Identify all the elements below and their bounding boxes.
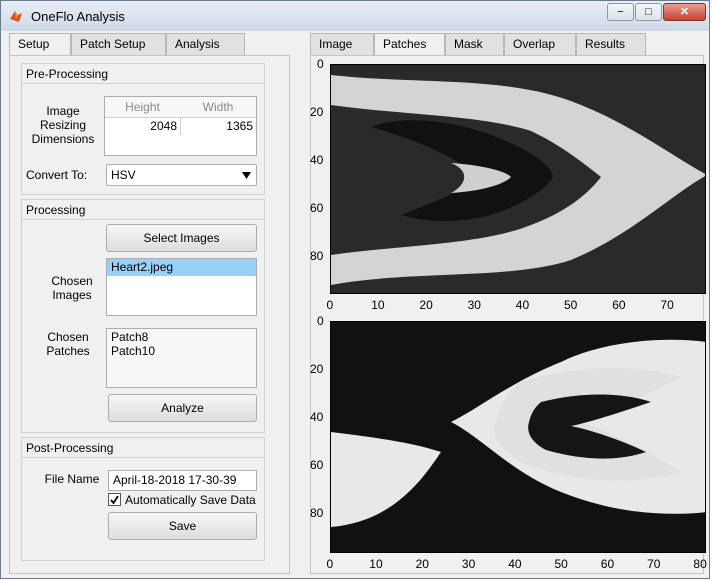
width-header: Width bbox=[180, 97, 256, 118]
x-tick-label: 30 bbox=[467, 298, 481, 312]
tab-patches[interactable]: Patches bbox=[374, 33, 445, 56]
patch-image-1-graphic bbox=[331, 65, 705, 293]
title-bar: OneFlo Analysis − □ ✕ bbox=[1, 1, 709, 31]
chosen-images-label: Chosen Images bbox=[51, 274, 93, 302]
x-tick-label: 20 bbox=[419, 298, 433, 312]
y-tick-label: 60 bbox=[310, 458, 324, 472]
maximize-icon: □ bbox=[645, 6, 652, 18]
post-processing-group: Post-Processing File Name April-18-2018 … bbox=[21, 437, 265, 561]
patch-image-2[interactable] bbox=[330, 321, 706, 553]
y-tick-label: 40 bbox=[310, 153, 324, 167]
chosen-images-list[interactable]: Heart2.jpeg bbox=[106, 258, 257, 316]
x-tick-label: 40 bbox=[508, 557, 522, 571]
left-tab-bar: Setup Patch Setup Analysis bbox=[9, 33, 291, 56]
close-button[interactable]: ✕ bbox=[663, 3, 706, 21]
tab-setup[interactable]: Setup bbox=[9, 33, 71, 56]
close-icon: ✕ bbox=[679, 6, 690, 18]
x-tick-label: 40 bbox=[515, 298, 530, 312]
x-tick-label: 50 bbox=[564, 298, 578, 312]
y-tick-label: 0 bbox=[317, 314, 324, 328]
checkmark-icon bbox=[110, 495, 119, 505]
height-header: Height bbox=[105, 97, 181, 118]
window-title: OneFlo Analysis bbox=[31, 9, 125, 24]
tab-results[interactable]: Results bbox=[576, 33, 646, 55]
x-tick-label: 70 bbox=[660, 298, 674, 312]
y-tick-label: 80 bbox=[310, 249, 324, 263]
matlab-icon bbox=[10, 11, 22, 22]
chosen-patches-label: Chosen Patches bbox=[46, 330, 90, 358]
save-button[interactable]: Save bbox=[108, 512, 257, 540]
file-name-label: File Name bbox=[44, 472, 100, 486]
autosave-label: Automatically Save Data bbox=[125, 493, 256, 507]
y-tick-label: 40 bbox=[310, 410, 324, 424]
pre-processing-title: Pre-Processing bbox=[22, 64, 264, 84]
processing-title: Processing bbox=[22, 200, 264, 220]
x-tick-label: 0 bbox=[326, 298, 334, 312]
patch-image-2-graphic bbox=[331, 322, 705, 552]
autosave-checkbox[interactable] bbox=[108, 493, 121, 506]
list-item[interactable]: Patch10 bbox=[107, 343, 256, 360]
tab-mask[interactable]: Mask bbox=[445, 33, 504, 55]
x-tick-label: 70 bbox=[647, 557, 661, 571]
chosen-patches-list[interactable]: Patch8 Patch10 bbox=[106, 328, 257, 388]
tab-analysis[interactable]: Analysis bbox=[166, 33, 245, 55]
app-window: OneFlo Analysis − □ ✕ Setup Patch Setup … bbox=[0, 0, 710, 579]
y-tick-label: 20 bbox=[310, 362, 324, 376]
x-tick-label: 0 bbox=[326, 557, 334, 571]
width-cell[interactable]: 1365 bbox=[180, 117, 256, 135]
y-tick-label: 20 bbox=[310, 105, 324, 119]
maximize-button[interactable]: □ bbox=[635, 3, 662, 21]
select-images-button[interactable]: Select Images bbox=[106, 224, 257, 252]
x-tick-label: 10 bbox=[371, 298, 385, 312]
x-tick-label: 50 bbox=[554, 557, 568, 571]
right-tab-bar: Image Patches Mask Overlap Results bbox=[310, 33, 690, 56]
x-tick-label: 30 bbox=[461, 557, 476, 571]
analyze-button[interactable]: Analyze bbox=[108, 394, 257, 422]
x-tick-label: 60 bbox=[612, 298, 626, 312]
convert-to-value: HSV bbox=[111, 168, 136, 182]
resize-dimensions-label: Image Resizing Dimensions bbox=[31, 104, 95, 146]
convert-to-label: Convert To: bbox=[26, 168, 88, 182]
minimize-icon: − bbox=[617, 6, 624, 18]
minimize-button[interactable]: − bbox=[607, 3, 634, 21]
y-tick-label: 0 bbox=[317, 57, 324, 71]
list-item[interactable]: Heart2.jpeg bbox=[107, 259, 256, 276]
pre-processing-group: Pre-Processing Image Resizing Dimensions… bbox=[21, 63, 265, 195]
x-tick-label: 10 bbox=[369, 557, 383, 571]
x-tick-label: 80 bbox=[693, 557, 707, 571]
x-tick-label: 60 bbox=[600, 557, 615, 571]
post-processing-title: Post-Processing bbox=[22, 438, 264, 458]
dimensions-table[interactable]: Height Width 2048 1365 bbox=[104, 96, 257, 156]
triangle-down-icon bbox=[242, 172, 251, 179]
file-name-field[interactable]: April-18-2018 17-30-39 bbox=[108, 470, 257, 491]
patch-image-1[interactable] bbox=[330, 64, 706, 294]
y-tick-label: 60 bbox=[310, 201, 324, 215]
tab-image[interactable]: Image bbox=[310, 33, 374, 55]
x-tick-label: 20 bbox=[415, 557, 429, 571]
height-cell[interactable]: 2048 bbox=[105, 117, 181, 135]
tab-patch-setup[interactable]: Patch Setup bbox=[71, 33, 166, 55]
processing-group: Processing Select Images Chosen Images H… bbox=[21, 199, 265, 433]
tab-overlap[interactable]: Overlap bbox=[504, 33, 576, 55]
convert-to-dropdown[interactable]: HSV bbox=[106, 164, 257, 186]
y-tick-label: 80 bbox=[310, 506, 324, 520]
